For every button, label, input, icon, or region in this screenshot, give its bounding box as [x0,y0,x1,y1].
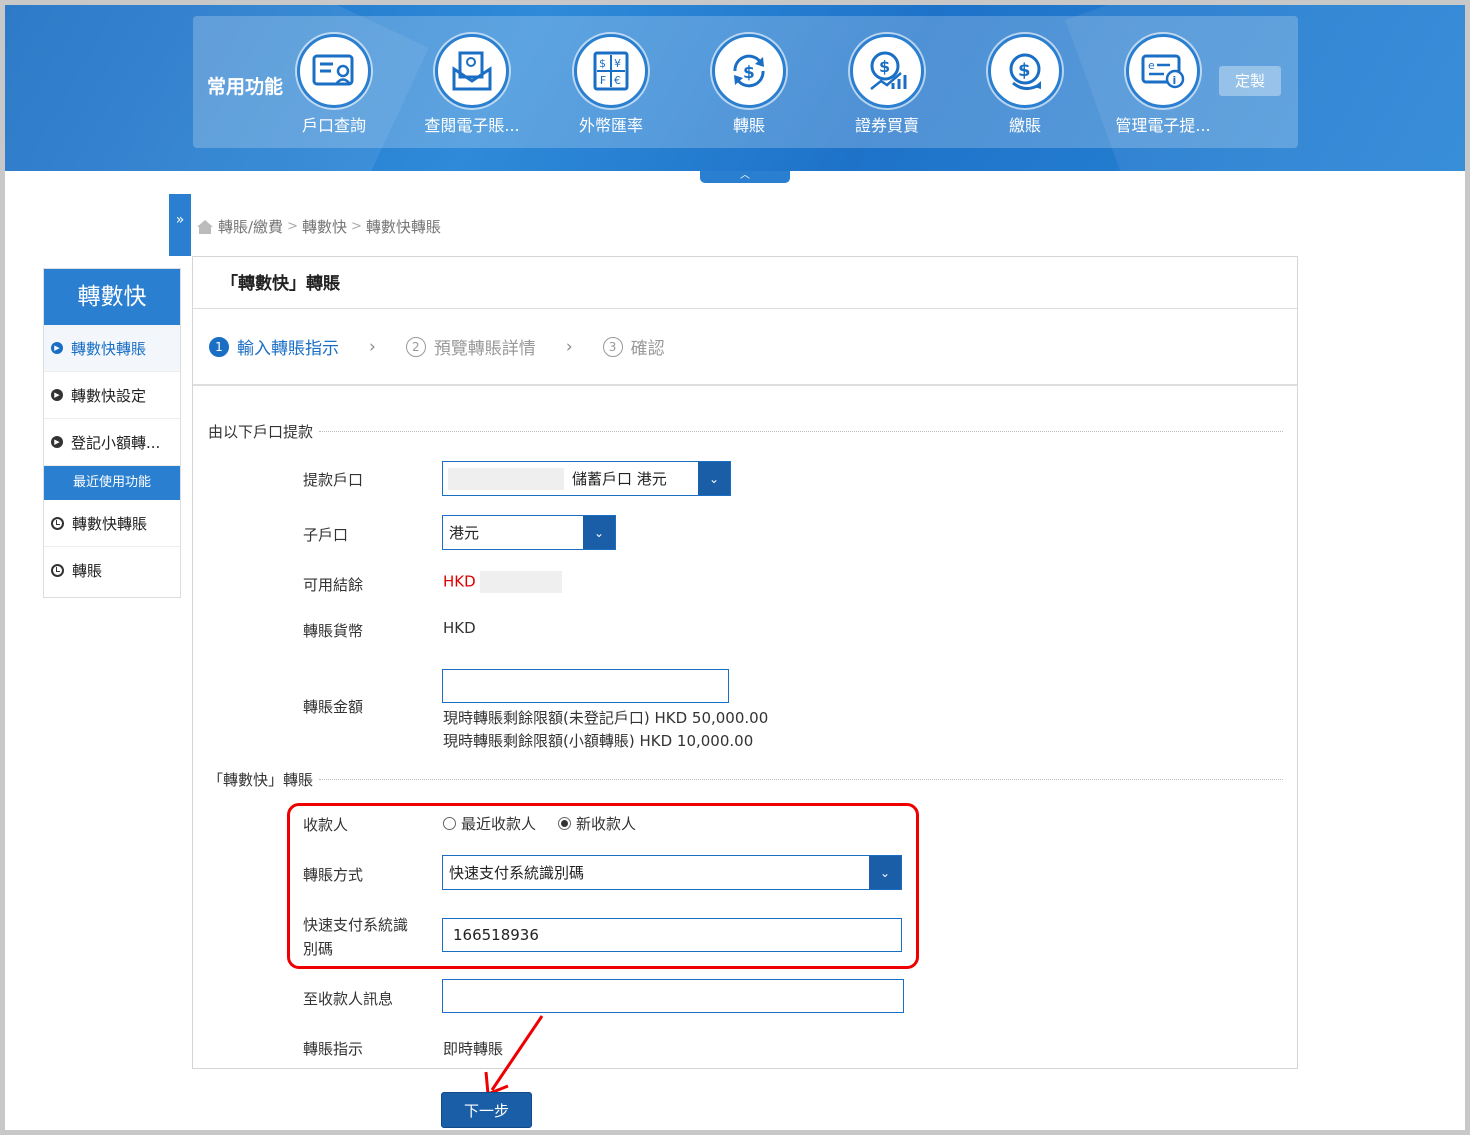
progress-steps: 1 輸入轉賬指示 › 2 預覽轉賬詳情 › 3 確認 [193,309,1297,386]
annotation-arrow-icon [484,1015,544,1097]
transfer-amount-label: 轉賬金額 [303,698,364,716]
quick-item-transfer[interactable]: $ 轉賬 [679,34,819,136]
masked-account-number [448,467,564,490]
transfer-currency-label: 轉賬貨幣 [303,622,364,640]
from-account-section-header: 由以下戶口提款 [208,421,1283,442]
step-2: 2 預覽轉賬詳情 [405,334,536,359]
svg-text:₣: ₣ [599,74,606,87]
quick-functions-bar: 常用功能 戶口查詢 查閱電子賬... $ ¥ ₣ € 外幣匯率 $ 轉賬 $ 證券買賣… [193,16,1298,148]
step-3: 3 確認 [602,334,665,359]
recent-item-transfer[interactable]: 轉賬 [44,547,180,594]
customize-button[interactable]: 定製 [1219,66,1281,96]
svg-text:$: $ [1018,60,1031,81]
step-1: 1 輸入轉賬指示 [209,334,339,359]
subaccount-select[interactable]: 港元 ⌄ [442,515,616,550]
play-bullet-icon: ▶ [51,436,63,448]
breadcrumb-item[interactable]: 轉數快 [302,216,347,237]
limit-small-text: 現時轉賬剩餘限額(小額轉賬) HKD 10,000.00 [443,732,754,750]
clock-icon [51,516,64,530]
clock-icon [51,564,64,577]
svg-text:$: $ [743,63,755,83]
sidenav: 轉數快 ▶ 轉數快轉賬 ▶ 轉數快設定 ▶ 登記小額轉... 最近使用功能 轉數… [43,268,181,598]
annotation-highlight-box [287,803,919,969]
breadcrumb-item-current: 轉數快轉賬 [365,218,441,236]
quick-item-e-statement[interactable]: 查閱電子賬... [402,34,542,136]
chevron-down-icon: ⌄ [583,516,615,549]
transfer-amount-input[interactable] [442,669,729,703]
svg-text:¥: ¥ [614,57,621,70]
sidenav-item-fps-transfer[interactable]: ▶ 轉數快轉賬 [44,325,180,372]
sidenav-item-register-small[interactable]: ▶ 登記小額轉... [44,419,180,466]
payee-message-label: 至收款人訊息 [303,990,394,1008]
quick-item-e-alert[interactable]: ei 管理電子提... [1093,34,1233,136]
e-statement-icon [452,51,492,91]
securities-icon: $ [870,51,907,90]
collapse-banner-tab[interactable]: ︿ [700,171,790,183]
transfer-instruction-label: 轉賬指示 [303,1040,364,1058]
play-bullet-icon: ▶ [51,342,63,354]
page-title: 「轉數快」轉賬 [193,257,1297,309]
breadcrumb-item[interactable]: 轉賬/繳費 [218,216,283,237]
sidebar-toggle[interactable]: » [169,194,191,256]
recent-item-fps-transfer[interactable]: 轉數快轉賬 [44,500,180,547]
quick-item-fx-rates[interactable]: $ ¥ ₣ € 外幣匯率 [541,34,681,136]
sidenav-item-fps-settings[interactable]: ▶ 轉數快設定 [44,372,180,419]
chevron-right-icon: › [565,336,573,357]
next-button[interactable]: 下一步 [441,1092,532,1128]
quick-item-securities[interactable]: $ 證券買賣 [817,34,957,136]
breadcrumb-separator-icon: > [287,219,298,234]
recent-functions-header: 最近使用功能 [44,466,180,500]
home-icon[interactable] [196,219,214,235]
subaccount-label: 子戶口 [303,526,349,544]
transfer-currency-value: HKD [443,619,476,637]
double-chevron-right-icon: » [175,212,185,228]
play-bullet-icon: ▶ [51,389,63,401]
masked-balance [480,571,563,593]
breadcrumb: 轉賬/繳費 > 轉數快 > 轉數快轉賬 [196,216,441,237]
transfer-icon: $ [733,54,765,88]
chevron-down-icon: ⌄ [698,462,730,495]
available-balance-label: 可用結餘 [303,576,364,594]
fps-section-header: 「轉數快」轉賬 [208,769,1283,790]
sidenav-title: 轉數快 [44,269,180,325]
payee-message-input[interactable] [442,979,904,1013]
account-card-icon [312,54,354,86]
chevron-up-icon: ︿ [740,170,750,181]
available-balance-value: HKD [443,571,563,593]
svg-text:€: € [614,74,621,87]
withdraw-account-label: 提款戶口 [303,471,364,489]
svg-text:$: $ [599,57,606,70]
svg-text:e: e [1148,59,1155,72]
svg-text:i: i [1173,74,1177,87]
withdraw-account-select[interactable]: 儲蓄戶口 港元 ⌄ [442,461,731,496]
chevron-right-icon: › [369,336,376,357]
quick-item-account-inquiry[interactable]: 戶口查詢 [264,34,404,136]
breadcrumb-separator-icon: > [350,219,362,234]
e-alert-icon: ei [1141,54,1185,89]
svg-text:$: $ [879,57,890,76]
limit-unregistered-text: 現時轉賬剩餘限額(未登記戶口) HKD 50,000.00 [443,709,769,727]
currency-exchange-icon: $ ¥ ₣ € [593,51,629,91]
quick-item-bill-payment[interactable]: $ 繳賬 [955,34,1095,136]
bill-payment-icon: $ [1009,53,1041,90]
